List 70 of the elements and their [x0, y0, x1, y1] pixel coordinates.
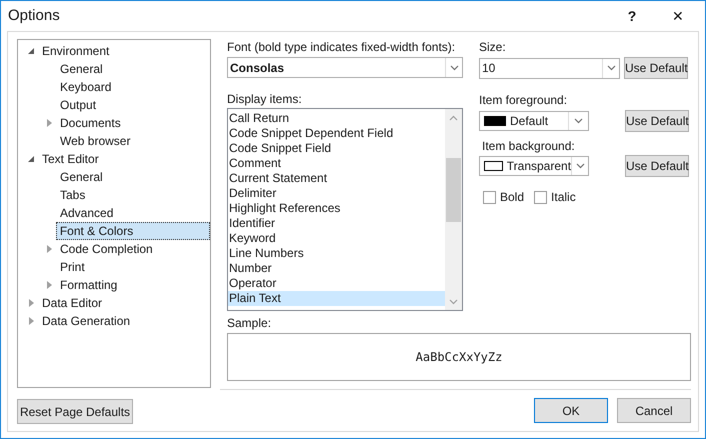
- list-item[interactable]: Operator: [228, 276, 445, 291]
- tree-item[interactable]: Environment: [38, 42, 114, 60]
- list-item[interactable]: Code Snippet Field: [228, 141, 445, 156]
- tree-item[interactable]: General: [56, 168, 107, 186]
- use-default-button[interactable]: Use Default: [624, 57, 688, 79]
- color-name: Default: [510, 113, 550, 130]
- tree-item[interactable]: Web browser: [56, 132, 134, 150]
- tree-item[interactable]: Keyboard: [56, 78, 116, 96]
- collapsed-triangle-icon[interactable]: [46, 119, 52, 127]
- collapsed-triangle-icon[interactable]: [28, 299, 34, 307]
- scroll-up-icon[interactable]: [449, 115, 458, 121]
- tree-item[interactable]: Tabs: [56, 186, 90, 204]
- list-item[interactable]: Line Numbers: [228, 246, 445, 261]
- scrollbar[interactable]: [445, 109, 462, 310]
- tree-item[interactable]: Advanced: [56, 204, 118, 222]
- list-item[interactable]: Call Return: [228, 111, 445, 126]
- item-background-label: Item background:: [481, 139, 576, 153]
- size-dropdown[interactable]: 10: [479, 58, 620, 78]
- scroll-down-icon[interactable]: [449, 299, 458, 305]
- tree-item[interactable]: Data Generation: [38, 312, 134, 330]
- use-default-button[interactable]: Use Default: [625, 155, 689, 177]
- list-item[interactable]: Delimiter: [228, 186, 445, 201]
- list-item[interactable]: Number: [228, 261, 445, 276]
- reset-page-defaults-button[interactable]: Reset Page Defaults: [17, 399, 133, 424]
- tree-item[interactable]: Print: [56, 258, 89, 276]
- dialog-button[interactable]: Cancel: [617, 398, 691, 423]
- sample-label: Sample:: [227, 316, 272, 330]
- checkbox-label: Italic: [551, 189, 576, 206]
- scrollbar-thumb[interactable]: [446, 158, 461, 222]
- checkbox-label: Bold: [500, 189, 524, 206]
- dropdown-caret-icon: [576, 163, 585, 169]
- dropdown-caret-icon: [574, 118, 583, 124]
- close-button[interactable]: ✕: [658, 4, 698, 28]
- tree-item[interactable]: General: [56, 60, 107, 78]
- checkbox[interactable]: [534, 190, 548, 204]
- sample-text: AaBbCcXxYyZz: [416, 349, 502, 366]
- display-items-label: Display items:: [227, 92, 303, 106]
- help-button[interactable]: ?: [620, 4, 644, 28]
- collapsed-triangle-icon[interactable]: [46, 245, 52, 253]
- tree-item[interactable]: Code Completion: [56, 240, 157, 258]
- tree-item[interactable]: Output: [56, 96, 100, 114]
- list-item[interactable]: Identifier: [228, 216, 445, 231]
- dropdown-caret-icon: [606, 65, 616, 71]
- list-item[interactable]: Code Snippet Dependent Field: [228, 126, 445, 141]
- use-default-button[interactable]: Use Default: [625, 110, 689, 132]
- color-name: Transparent: [506, 158, 572, 175]
- font-label: Font (bold type indicates fixed-width fonts):: [227, 40, 456, 54]
- tree-item[interactable]: Documents: [56, 114, 125, 132]
- list-item[interactable]: Keyword: [228, 231, 445, 246]
- list-item[interactable]: Plain Text: [228, 291, 445, 306]
- window-title: Options: [8, 6, 61, 26]
- color-dropdown[interactable]: Transparent: [479, 156, 589, 176]
- item-foreground-label: Item foreground:: [479, 93, 568, 107]
- font-dropdown[interactable]: Consolas: [227, 57, 463, 78]
- tree-item[interactable]: Font & Colors: [56, 222, 210, 240]
- collapsed-triangle-icon[interactable]: [46, 281, 52, 289]
- checkbox[interactable]: [483, 190, 496, 204]
- list-item[interactable]: Comment: [228, 156, 445, 171]
- list-item[interactable]: Highlight References: [228, 201, 445, 216]
- collapsed-triangle-icon[interactable]: [28, 317, 34, 325]
- color-dropdown[interactable]: Default: [479, 111, 589, 131]
- expanded-triangle-icon[interactable]: [28, 156, 34, 162]
- tree-item[interactable]: Data Editor: [38, 294, 106, 312]
- tree-item[interactable]: Formatting: [56, 276, 122, 294]
- expanded-triangle-icon[interactable]: [28, 48, 34, 54]
- size-label: Size:: [479, 40, 507, 54]
- dropdown-caret-icon: [450, 64, 458, 70]
- tree-item[interactable]: Text Editor: [38, 150, 103, 168]
- dialog-button[interactable]: OK: [534, 398, 608, 423]
- list-item[interactable]: Current Statement: [228, 171, 445, 186]
